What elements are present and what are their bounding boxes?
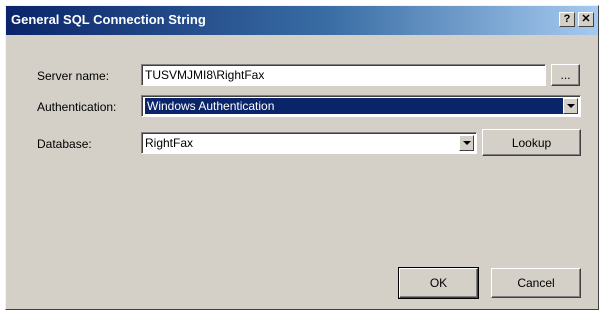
window-title: General SQL Connection String <box>11 12 206 27</box>
browse-button[interactable]: ... <box>551 64 580 86</box>
help-icon[interactable]: ? <box>559 12 575 27</box>
cancel-button[interactable]: Cancel <box>491 268 581 298</box>
database-value: RightFax <box>145 136 194 150</box>
lookup-button[interactable]: Lookup <box>482 129 581 156</box>
authentication-value: Windows Authentication <box>145 98 563 114</box>
chevron-down-icon[interactable] <box>459 135 474 151</box>
chevron-down-icon[interactable] <box>563 98 578 114</box>
server-name-input[interactable]: TUSVMJMI8\RightFax <box>141 64 546 86</box>
database-label: Database: <box>37 137 92 151</box>
ok-button[interactable]: OK <box>398 267 479 299</box>
connection-dialog: General SQL Connection String ? ✕ Server… <box>5 5 599 310</box>
database-select[interactable]: RightFax <box>141 132 477 154</box>
authentication-label: Authentication: <box>37 100 117 114</box>
title-bar[interactable]: General SQL Connection String ? ✕ <box>6 6 598 35</box>
server-name-label: Server name: <box>37 69 110 83</box>
close-icon[interactable]: ✕ <box>578 12 594 27</box>
authentication-select[interactable]: Windows Authentication <box>141 95 581 117</box>
